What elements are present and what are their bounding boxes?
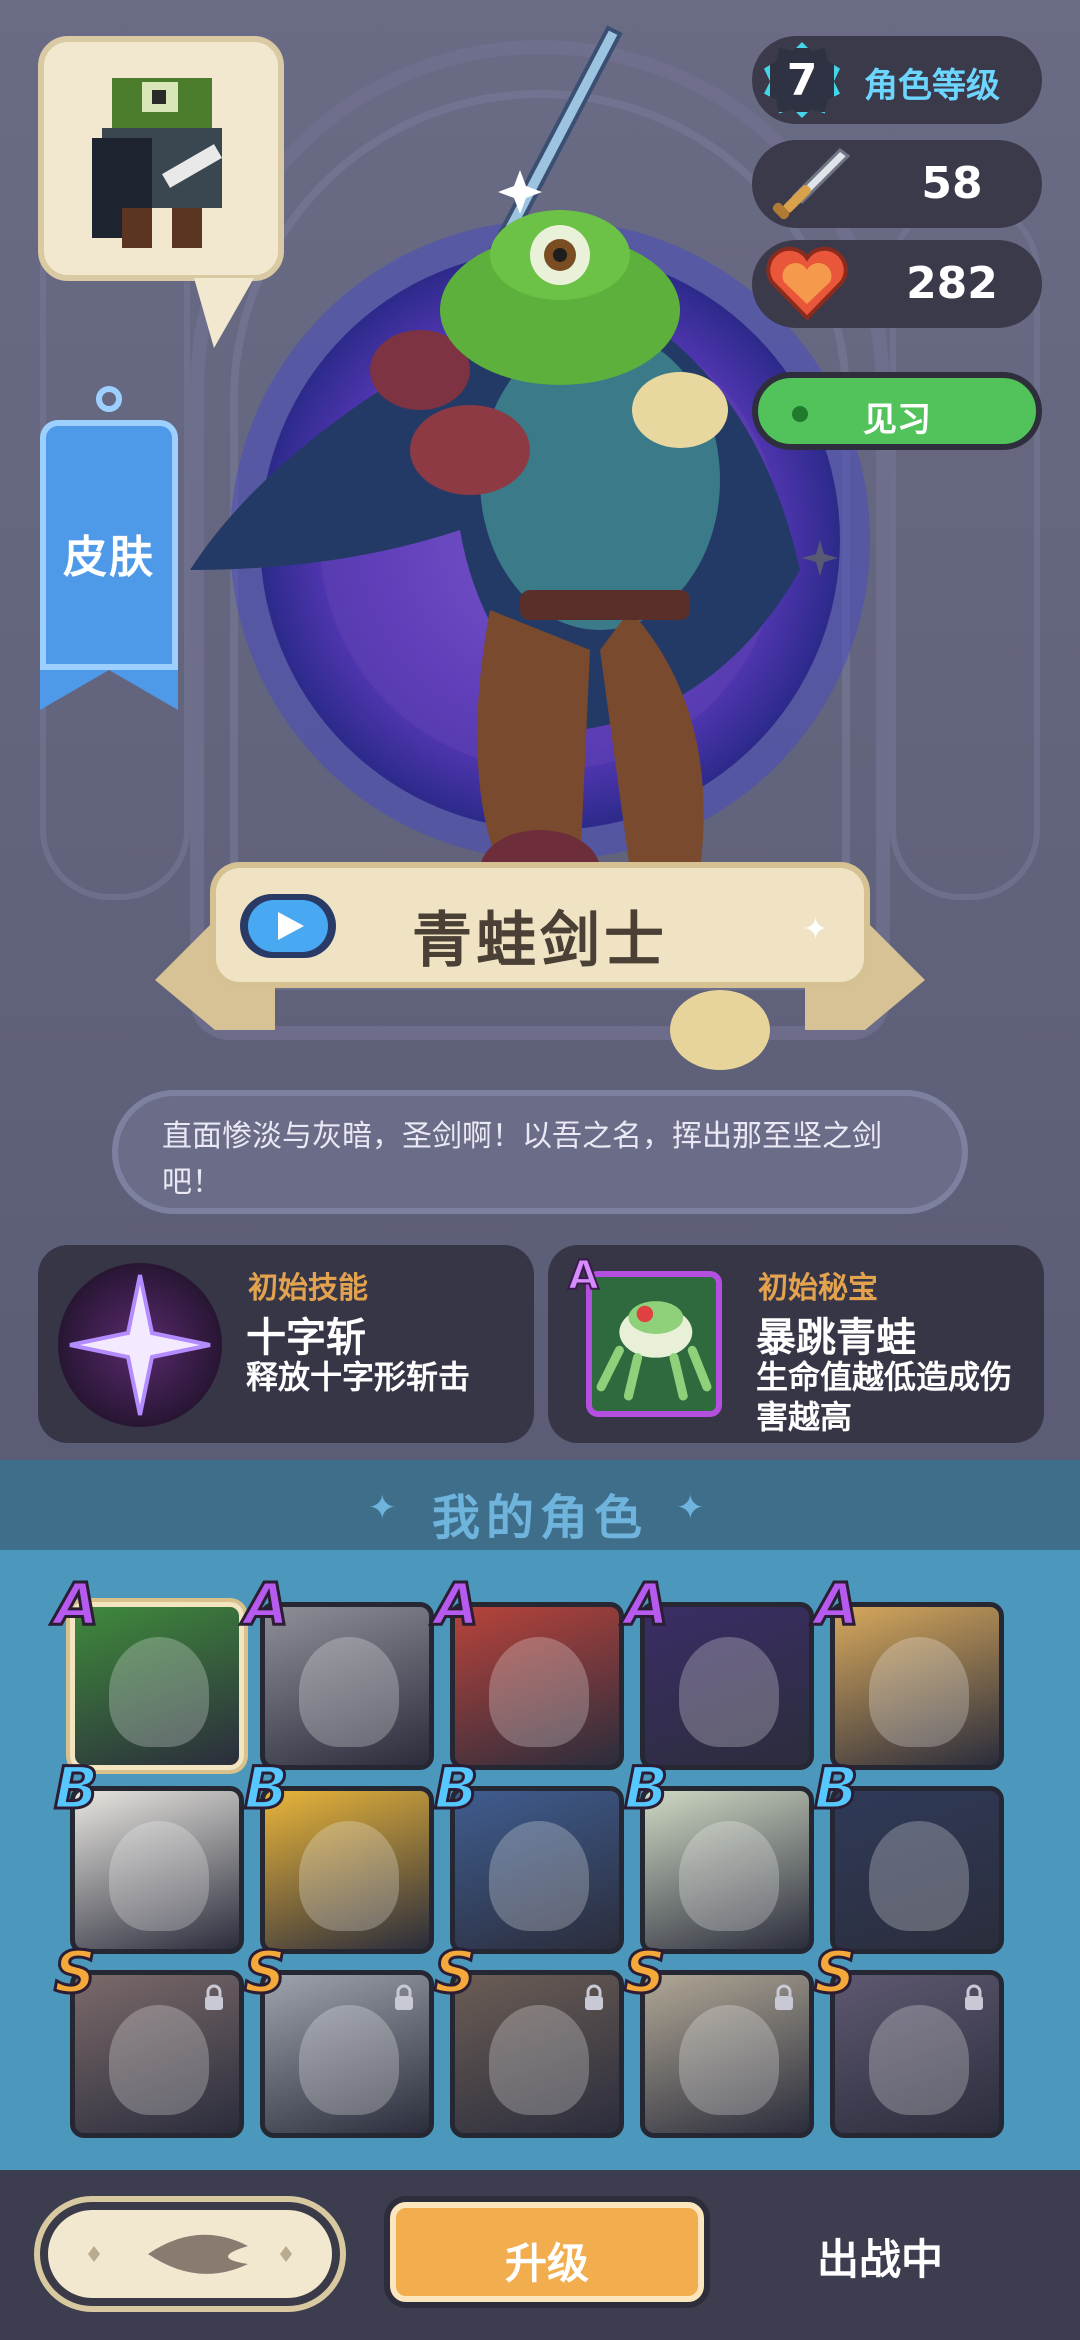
grade-badge: S	[813, 1937, 858, 2008]
hero-name: 青蛙剑士	[412, 906, 668, 976]
character-portrait	[489, 1821, 589, 1931]
character-portrait	[869, 1637, 969, 1747]
hero-quote: 直面惨淡与灰暗，圣剑啊！以吾之名，挥出那至坚之剑吧！	[162, 1119, 882, 1200]
rank-button[interactable]: 见习	[752, 372, 1042, 450]
hp-stat: 282	[752, 240, 1042, 328]
character-portrait	[869, 2005, 969, 2115]
character-card-silver-elf[interactable]	[260, 1970, 434, 2138]
rank-emblem[interactable]	[34, 2196, 346, 2312]
hero-quote-box: 直面惨淡与灰暗，圣剑啊！以吾之名，挥出那至坚之剑吧！	[112, 1090, 968, 1214]
character-portrait	[679, 1821, 779, 1931]
bottom-bar: 升级 出战中	[0, 2170, 1080, 2340]
skin-label: 皮肤	[63, 532, 155, 583]
character-portrait	[869, 1821, 969, 1931]
grade-badge: B	[52, 1753, 99, 1824]
character-portrait	[109, 2005, 209, 2115]
grade-badge: A	[243, 1569, 291, 1640]
character-roster: A A A A A B B B B B S S S S S	[0, 1550, 1080, 2170]
skill-desc: 释放十字形斩击	[246, 1358, 471, 1396]
grade-badge: A	[813, 1569, 861, 1640]
upgrade-button[interactable]: 升级	[390, 2202, 704, 2302]
character-portrait	[109, 1637, 209, 1747]
level-badge: 7	[764, 42, 840, 118]
upgrade-label: 升级	[504, 2239, 589, 2288]
banner-hook-icon	[96, 386, 122, 412]
character-portrait	[299, 1637, 399, 1747]
ornament-icon: ✦	[676, 1488, 705, 1528]
roster-title: 我的角色	[431, 1490, 648, 1546]
lock-icon	[959, 1983, 989, 2013]
relic-desc: 生命值越低造成伤害越高	[756, 1358, 1013, 1436]
leaf-emblem-icon	[88, 2234, 292, 2274]
deploy-status[interactable]: 出战中	[780, 2226, 980, 2287]
sparkle-icon: ✦	[802, 912, 828, 947]
grade-badge: A	[623, 1569, 671, 1640]
character-card-dancer[interactable]	[70, 1970, 244, 2138]
skill-kind: 初始技能	[248, 1271, 368, 1306]
character-portrait	[679, 1637, 779, 1747]
lock-icon	[579, 1983, 609, 2013]
character-card-joker[interactable]	[830, 1970, 1004, 2138]
starting-relic-card[interactable]: A 初始秘宝 暴跳青蛙 生命值越低造成伤害越高	[548, 1245, 1044, 1443]
attack-value: 58	[921, 158, 983, 209]
character-portrait	[109, 1821, 209, 1931]
relic-name: 暴跳青蛙	[756, 1315, 916, 1361]
grade-badge: A	[53, 1569, 101, 1640]
character-card-dark-hair-girl[interactable]	[450, 1970, 624, 2138]
character-portrait	[299, 2005, 399, 2115]
character-portrait	[489, 2005, 589, 2115]
character-portrait	[679, 2005, 779, 2115]
character-portrait[interactable]	[38, 36, 284, 348]
grade-badge: S	[243, 1937, 288, 2008]
sword-icon	[772, 148, 851, 220]
skin-button[interactable]: 皮肤	[40, 386, 178, 710]
heart-icon	[766, 246, 848, 321]
hero-name-plate: 青蛙剑士 ✦	[210, 862, 870, 988]
speech-bubble-tail	[194, 278, 254, 348]
pixel-frog-icon	[92, 78, 222, 248]
character-card-white-hair-girl[interactable]	[640, 1970, 814, 2138]
starting-skill-card[interactable]: 初始技能 十字斩 释放十字形斩击	[38, 1245, 534, 1443]
leaping-frog-icon	[586, 1271, 722, 1417]
lock-icon	[769, 1983, 799, 2013]
level-label: 角色等级	[864, 66, 1000, 106]
lock-icon	[199, 1983, 229, 2013]
character-portrait	[489, 1637, 589, 1747]
grade-badge: S	[53, 1937, 98, 2008]
grade-badge: B	[622, 1753, 669, 1824]
lock-icon	[389, 1983, 419, 2013]
hero-showcase: 皮肤 7 角色等级 58 282 见习 青蛙剑士 ✦ 直面惨淡与灰暗，圣剑啊！以…	[0, 0, 1080, 1460]
cross-slash-icon	[58, 1263, 222, 1427]
grade-badge: S	[623, 1937, 668, 2008]
grade-badge: B	[432, 1753, 479, 1824]
grade-badge: B	[242, 1753, 289, 1824]
attack-stat: 58	[752, 140, 1042, 228]
grade-badge: A	[433, 1569, 481, 1640]
skill-name: 十字斩	[246, 1315, 366, 1361]
rank-label: 见习	[863, 400, 931, 440]
grade-badge: S	[433, 1937, 478, 2008]
grade-badge: B	[812, 1753, 859, 1824]
hp-value: 282	[906, 258, 998, 309]
relic-grade-badge: A	[567, 1252, 600, 1300]
level-panel[interactable]: 7 角色等级	[752, 36, 1042, 124]
roster-header: ✦ 我的角色 ✦	[0, 1460, 1080, 1550]
relic-kind: 初始秘宝	[758, 1271, 878, 1306]
character-portrait	[299, 1821, 399, 1931]
